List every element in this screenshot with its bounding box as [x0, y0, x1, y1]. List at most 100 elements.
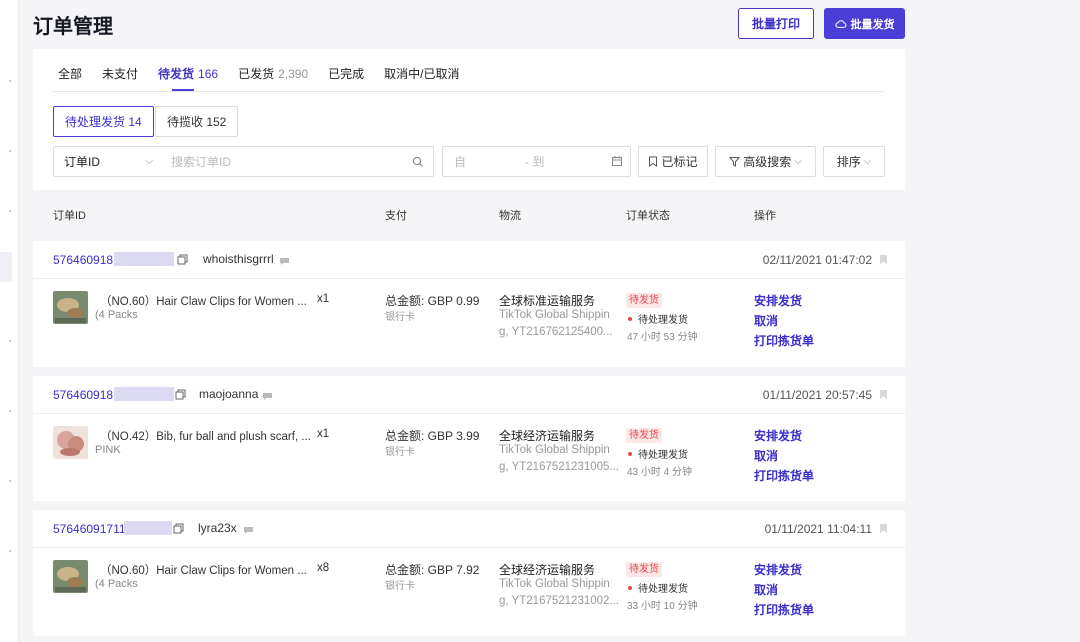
tab-cancelled[interactable]: 取消中/已取消 — [384, 67, 459, 91]
product-qty: x8 — [317, 562, 330, 574]
date-to-label: - 到 — [525, 155, 545, 169]
order-card-header: 576460918 whoisthisgrrrl 02/11/2021 01:4… — [33, 241, 905, 279]
order-card-body: （NO.60）Hair Claw Clips for Women ... (4 … — [33, 279, 905, 365]
order-id-link[interactable]: 57646091711 — [53, 522, 126, 536]
redacted-id — [114, 387, 174, 401]
sort-button[interactable]: 排序 ⌵ — [823, 146, 885, 177]
search-icon[interactable] — [403, 156, 433, 168]
status-tabs: 全部 未支付 待发货 166 已发货 2,390 已完成 取消中/已取消 — [58, 67, 479, 91]
page-title: 订单管理 — [33, 16, 113, 38]
order-id-link[interactable]: 576460918 — [53, 253, 113, 267]
batch-print-button[interactable]: 批量打印 — [738, 8, 814, 39]
subtab-awaiting-pickup[interactable]: 待揽收 152 — [155, 106, 239, 137]
chevron-down-icon: ⌵ — [145, 156, 153, 167]
copy-icon[interactable] — [173, 523, 184, 537]
calendar-icon — [611, 155, 623, 170]
tab-all[interactable]: 全部 — [58, 67, 82, 91]
arrange-shipment-link[interactable]: 安排发货 — [754, 427, 802, 444]
payment-method: 银行卡 — [385, 312, 415, 323]
chevron-down-icon: ⌵ — [863, 156, 872, 167]
status-countdown: 43 小时 4 分钟 — [627, 467, 693, 478]
bookmark-icon[interactable] — [879, 389, 888, 403]
chat-icon[interactable] — [279, 255, 290, 269]
payment-total: 总金额: GBP 0.99 — [385, 294, 480, 308]
nav-marker[interactable] — [9, 340, 11, 342]
search-group: 订单ID ⌵ — [53, 146, 434, 177]
product-thumbnail[interactable] — [53, 560, 88, 593]
product-sku: PINK — [95, 444, 121, 456]
search-field-select[interactable]: 订单ID ⌵ — [54, 153, 163, 170]
product-thumbnail[interactable] — [53, 426, 88, 459]
header-action: 操作 — [754, 210, 776, 222]
shipping-service: 全球经济运输服务 — [499, 429, 596, 443]
status-dot — [628, 585, 632, 590]
payment-method: 银行卡 — [385, 581, 415, 592]
tab-shipped[interactable]: 已发货 2,390 — [238, 67, 308, 91]
status-detail: 待处理发货 — [628, 311, 688, 326]
date-from-label: 自 — [454, 155, 467, 169]
bookmark-icon — [649, 156, 658, 167]
status-dot — [628, 451, 632, 456]
header-status: 订单状态 — [626, 210, 670, 222]
tab-completed[interactable]: 已完成 — [328, 67, 364, 91]
tracking-number: g, YT2167521231002... — [499, 595, 620, 607]
cloud-icon — [834, 19, 847, 28]
shipping-carrier: TikTok Global Shippin — [499, 309, 610, 321]
order-card: 576460918 whoisthisgrrrl 02/11/2021 01:4… — [33, 241, 905, 367]
payment-total: 总金额: GBP 3.99 — [385, 429, 480, 443]
buyer-name: lyra23x — [198, 521, 237, 535]
cancel-order-link[interactable]: 取消 — [754, 312, 778, 329]
order-id-link[interactable]: 576460918 — [53, 388, 113, 402]
header-order-id: 订单ID — [53, 210, 86, 222]
shipping-carrier: TikTok Global Shippin — [499, 444, 610, 456]
product-qty: x1 — [317, 293, 330, 305]
nav-marker[interactable] — [9, 480, 11, 482]
buyer-name: whoisthisgrrrl — [203, 252, 274, 266]
nav-active-item[interactable] — [0, 252, 12, 282]
order-time: 02/11/2021 01:47:02 — [762, 253, 872, 267]
search-input[interactable] — [163, 154, 403, 169]
bookmark-icon[interactable] — [879, 254, 888, 268]
payment-method: 银行卡 — [385, 447, 415, 458]
product-name[interactable]: （NO.60）Hair Claw Clips for Women ... — [100, 562, 310, 578]
copy-icon[interactable] — [177, 254, 188, 268]
advanced-search-button[interactable]: 高级搜索 ⌵ — [715, 146, 816, 177]
copy-icon[interactable] — [175, 389, 186, 403]
cancel-order-link[interactable]: 取消 — [754, 581, 778, 598]
tabs-divider — [53, 91, 884, 92]
table-header: 订单ID 支付 物流 订单状态 操作 — [33, 199, 905, 231]
tab-unpaid[interactable]: 未支付 — [102, 67, 138, 91]
tab-to-ship[interactable]: 待发货 166 — [158, 67, 218, 91]
nav-marker[interactable] — [9, 80, 11, 82]
status-detail: 待处理发货 — [628, 580, 688, 595]
nav-marker[interactable] — [9, 550, 11, 552]
product-thumbnail[interactable] — [53, 291, 88, 324]
date-range-picker[interactable]: 自 - 到 — [442, 146, 631, 177]
status-badge: 待发货 — [626, 428, 662, 443]
status-countdown: 33 小时 10 分钟 — [627, 601, 698, 612]
print-picklist-link[interactable]: 打印拣货单 — [754, 601, 814, 618]
subtab-pending-ship[interactable]: 待处理发货 14 — [53, 106, 154, 137]
chat-icon[interactable] — [262, 390, 273, 404]
nav-marker[interactable] — [9, 150, 11, 152]
nav-marker[interactable] — [9, 210, 11, 212]
print-picklist-link[interactable]: 打印拣货单 — [754, 467, 814, 484]
status-badge: 待发货 — [626, 293, 662, 308]
marked-filter-button[interactable]: 已标记 — [638, 146, 708, 177]
arrange-shipment-link[interactable]: 安排发货 — [754, 292, 802, 309]
bookmark-icon[interactable] — [879, 523, 888, 537]
order-card-header: 576460918 maojoanna 01/11/2021 20:57:45 — [33, 376, 905, 414]
print-picklist-link[interactable]: 打印拣货单 — [754, 332, 814, 349]
cancel-order-link[interactable]: 取消 — [754, 447, 778, 464]
redacted-id — [114, 252, 174, 266]
batch-ship-button[interactable]: 批量发货 — [824, 8, 905, 39]
nav-marker[interactable] — [9, 410, 11, 412]
product-qty: x1 — [317, 428, 330, 440]
batch-ship-label: 批量发货 — [850, 18, 895, 31]
status-badge: 待发货 — [626, 562, 662, 577]
chat-icon[interactable] — [243, 524, 254, 538]
product-name[interactable]: （NO.42）Bib, fur ball and plush scarf, ..… — [100, 428, 311, 444]
left-nav-rail — [0, 0, 19, 642]
product-name[interactable]: （NO.60）Hair Claw Clips for Women ... — [100, 293, 310, 309]
arrange-shipment-link[interactable]: 安排发货 — [754, 561, 802, 578]
